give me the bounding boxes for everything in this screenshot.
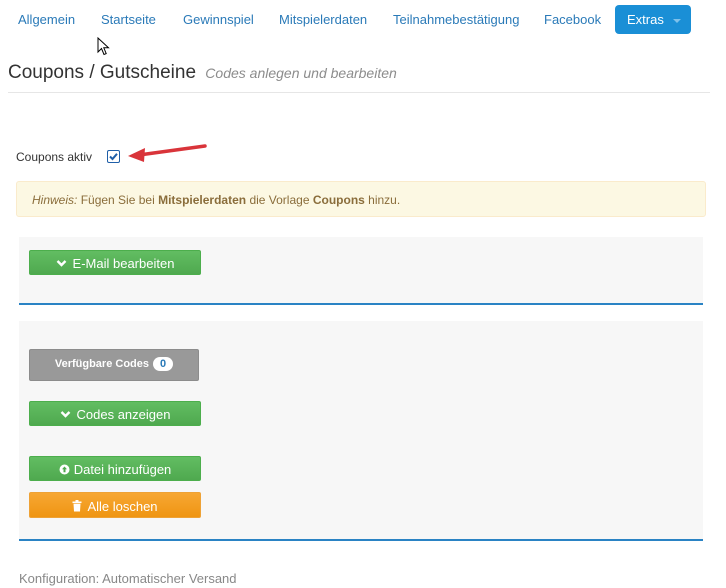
red-arrow-icon — [128, 144, 207, 162]
hint-text-1: Fügen Sie bei — [77, 193, 159, 207]
chevron-down-icon — [60, 411, 70, 418]
delete-all-button[interactable]: Alle loschen — [29, 492, 201, 518]
available-codes-label: Verfügbare Codes — [54, 358, 149, 370]
add-file-button[interactable]: Datei hinzufügen — [29, 456, 201, 481]
hint-text-2: die Vorlage — [246, 193, 313, 207]
nav-startseite[interactable]: Startseite — [101, 12, 156, 27]
coupons-active-checkbox[interactable] — [107, 150, 120, 163]
upload-circle-icon — [59, 464, 70, 475]
page-subtitle: Codes anlegen und bearbeiten — [205, 65, 397, 81]
nav-extras-label: Extras — [627, 12, 664, 27]
config-footer-text: Konfiguration: Automatischer Versand — [19, 571, 237, 586]
trash-icon — [72, 500, 82, 512]
delete-all-label: Alle loschen — [87, 499, 158, 514]
show-codes-button[interactable]: Codes anzeigen — [29, 401, 201, 426]
hint-bold-1: Mitspielerdaten — [158, 193, 247, 207]
nav-gewinnspiel[interactable]: Gewinnspiel — [183, 12, 254, 27]
chevron-down-icon — [56, 260, 66, 267]
available-codes-count-badge: 0 — [153, 357, 174, 371]
caret-down-icon — [673, 19, 681, 23]
email-edit-button[interactable]: E-Mail bearbeiten — [29, 250, 201, 275]
show-codes-label: Codes anzeigen — [76, 407, 171, 422]
hint-bold-2: Coupons — [312, 193, 365, 207]
add-file-label: Datei hinzufügen — [73, 462, 172, 477]
hint-prefix: Hinweis: — [32, 193, 78, 207]
page-title-text: Coupons / Gutscheine — [8, 62, 197, 83]
hint-alert: Hinweis: Fügen Sie bei Mitspielerdaten d… — [16, 181, 706, 217]
hint-text-3: hinzu. — [364, 193, 401, 207]
nav-extras-dropdown[interactable]: Extras — [615, 5, 691, 34]
email-edit-label: E-Mail bearbeiten — [72, 256, 175, 271]
nav-mitspielerdaten[interactable]: Mitspielerdaten — [279, 12, 367, 27]
checkmark-icon — [109, 153, 118, 161]
nav-facebook[interactable]: Facebook — [544, 12, 601, 27]
nav-teilnahmebestaetigung[interactable]: Teilnahmebestätigung — [393, 12, 519, 27]
mouse-cursor-icon — [97, 37, 110, 56]
title-divider — [8, 92, 710, 93]
coupons-active-label: Coupons aktiv — [16, 150, 93, 164]
nav-allgemein[interactable]: Allgemein — [18, 12, 75, 27]
page-title: Coupons / Gutscheine Codes anlegen und b… — [8, 62, 397, 84]
top-nav: Allgemein Startseite Gewinnspiel Mitspie… — [0, 0, 726, 40]
available-codes-button[interactable]: Verfügbare Codes 0 — [29, 349, 199, 381]
